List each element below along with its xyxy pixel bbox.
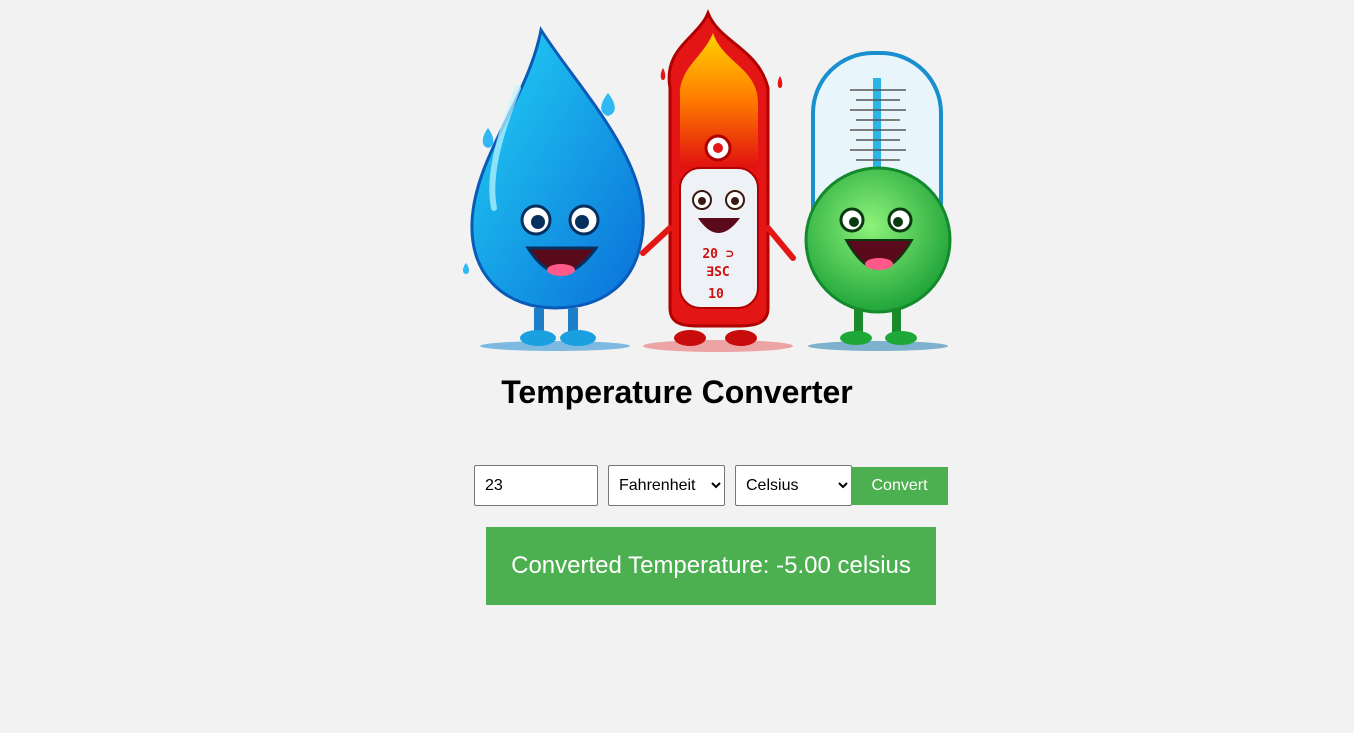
thermometer-digit-3: 10 [708, 287, 724, 302]
thermometer-digit-1: 20 ⊃ [702, 247, 733, 262]
to-unit-select[interactable]: Celsius [735, 465, 852, 506]
green-thermometer-mascot [804, 51, 952, 351]
mascots-illustration: 20 ⊃ ∃SC 10 [458, 8, 964, 358]
result-box: Converted Temperature: -5.00 celsius [486, 527, 936, 605]
result-text: Converted Temperature: -5.00 celsius [511, 552, 911, 579]
from-unit-select[interactable]: Fahrenheit [608, 465, 725, 506]
convert-button[interactable]: Convert [851, 466, 948, 505]
water-drop-mascot [463, 26, 645, 351]
page-title: Temperature Converter [501, 374, 853, 410]
thermometer-digit-2: ∃SC [706, 265, 729, 280]
fire-thermometer-mascot: 20 ⊃ ∃SC 10 [640, 8, 796, 352]
temperature-input[interactable] [474, 465, 598, 506]
converter-form: Fahrenheit Celsius Convert [474, 465, 948, 506]
